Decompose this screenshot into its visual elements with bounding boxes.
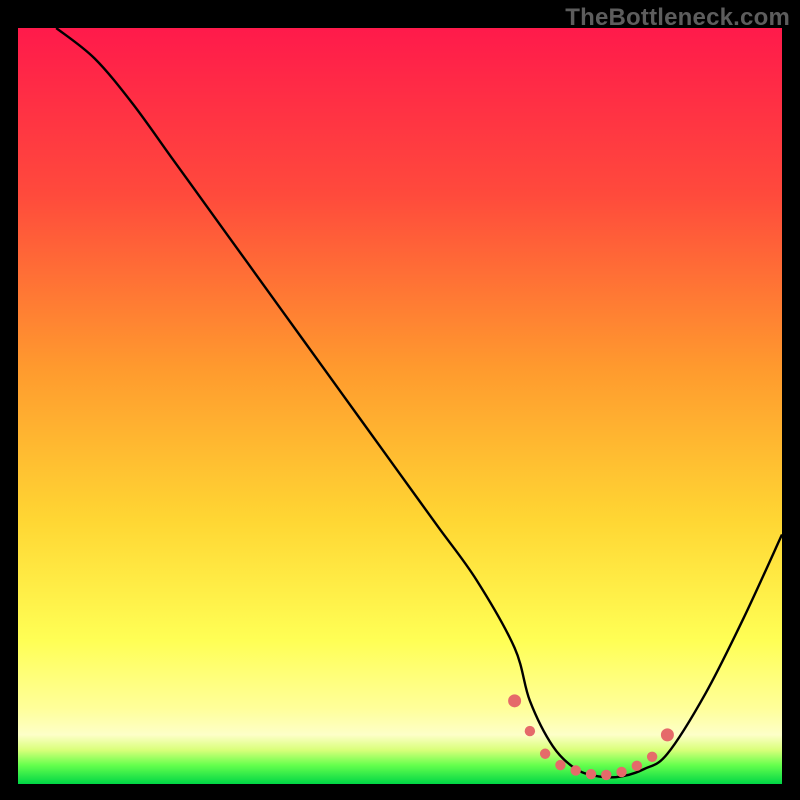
- optimal-marker: [571, 765, 581, 775]
- gradient-background: [18, 28, 782, 784]
- plot-area: [18, 28, 782, 784]
- optimal-marker: [661, 728, 674, 741]
- chart-frame: TheBottleneck.com: [0, 0, 800, 800]
- optimal-marker: [508, 694, 521, 707]
- optimal-marker: [586, 769, 596, 779]
- watermark-text: TheBottleneck.com: [565, 4, 790, 32]
- optimal-marker: [555, 760, 565, 770]
- optimal-marker: [540, 749, 550, 759]
- optimal-marker: [525, 726, 535, 736]
- optimal-marker: [647, 752, 657, 762]
- optimal-marker: [601, 770, 611, 780]
- optimal-marker: [616, 767, 626, 777]
- bottleneck-curve-chart: [18, 28, 782, 784]
- optimal-marker: [632, 761, 642, 771]
